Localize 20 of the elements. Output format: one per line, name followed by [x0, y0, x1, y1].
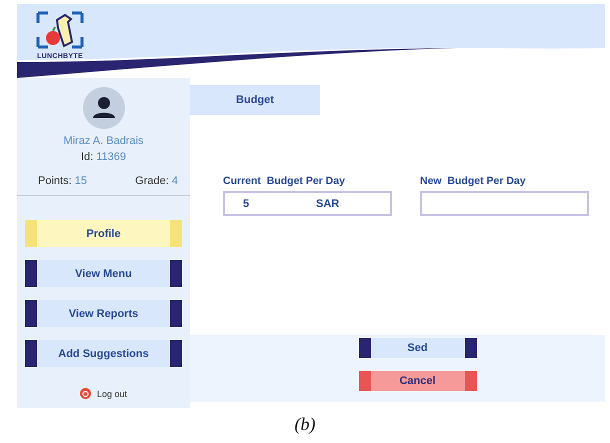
current-budget-field: 5 SAR [223, 191, 392, 216]
logo-icon [35, 10, 85, 50]
user-id: Id: 11369 [80, 151, 126, 163]
figure-caption: (b) [294, 414, 316, 434]
grade-text: Grade: 4 [135, 175, 178, 187]
budget-tab[interactable]: Budget [190, 85, 320, 115]
user-name: Miraz A. Badrais [63, 135, 144, 147]
send-button[interactable]: Sed [358, 338, 476, 358]
nav-button[interactable]: View Reports [25, 300, 182, 327]
logout-button[interactable]: Log out [80, 388, 128, 399]
nav-button[interactable]: Add Suggestions [25, 340, 182, 367]
avatar-icon [82, 87, 124, 129]
nav-button[interactable]: Profile [25, 220, 182, 247]
new-budget-field[interactable] [420, 191, 589, 216]
power-icon [80, 388, 91, 399]
field-label: Current Budget Per Day [223, 175, 346, 187]
field-label: New Budget Per Day [420, 175, 527, 187]
cancel-button[interactable]: Cancel [358, 371, 476, 391]
nav-button[interactable]: View Menu [25, 260, 182, 287]
points-text: Points: 15 [38, 175, 87, 187]
